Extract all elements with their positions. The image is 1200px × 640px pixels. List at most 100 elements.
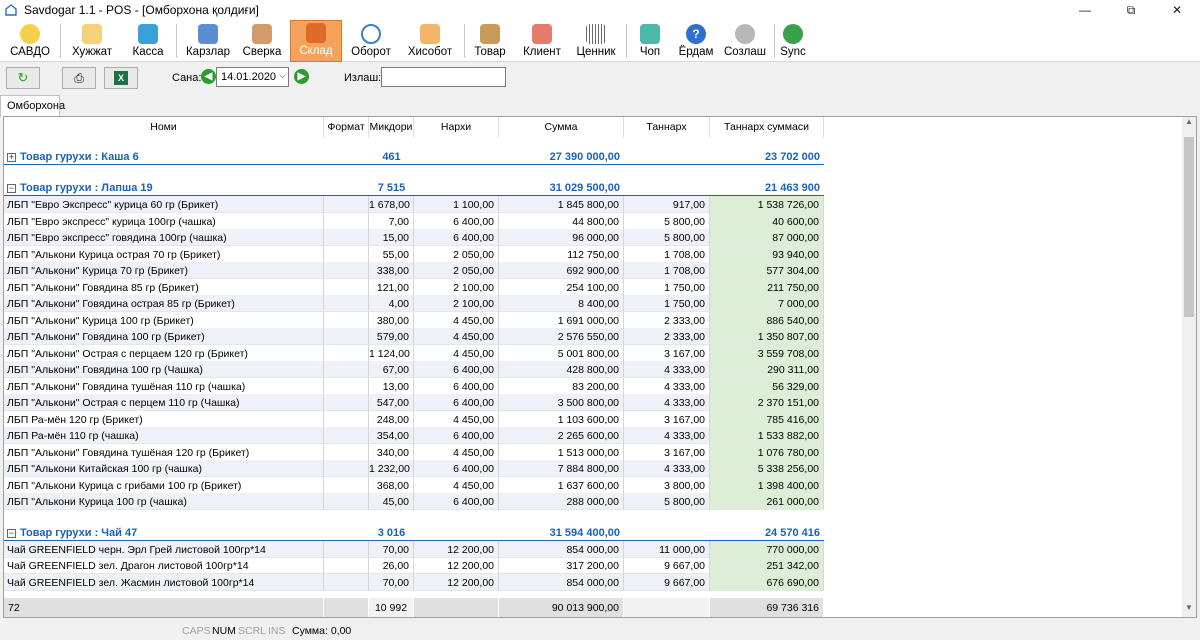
table-row[interactable]: Чай GREENFIELD зел. Жасмин листовой 100г… (4, 573, 824, 591)
restore-button[interactable]: ⧉ (1108, 0, 1154, 20)
table-row[interactable]: ЛБП "Алькони Курица 100 гр (чашка) 45,00 6… (4, 493, 824, 510)
tab-omborhona[interactable]: Омборхона (0, 95, 65, 117)
minimize-button[interactable]: — (1062, 0, 1108, 20)
cell-format (324, 278, 369, 296)
export-excel-button[interactable]: X (104, 67, 138, 89)
table-row[interactable]: ЛБП "Алькони" Говядина 100 гр (Чашка) 67,… (4, 361, 824, 378)
cell-cost-sum: 577 304,00 (710, 262, 824, 279)
cell-qty: 70,00 (369, 573, 414, 591)
scroll-down-icon[interactable]: ▼ (1182, 603, 1196, 617)
prev-date-button[interactable]: ◀ (201, 69, 216, 84)
cell-qty: 340,00 (369, 443, 414, 461)
cell-sum: 254 100,00 (499, 278, 624, 296)
table-row[interactable]: Чай GREENFIELD зел. Драгон листовой 100г… (4, 557, 824, 574)
cell-cost: 4 333,00 (624, 377, 710, 395)
chevron-down-icon[interactable]: ⌵ (279, 70, 286, 81)
close-button[interactable]: ✕ (1154, 0, 1200, 20)
table-row[interactable]: ЛБП Ра-мён 120 гр (Брикет) 248,00 4 450,00… (4, 410, 824, 428)
group-row[interactable]: + Товар гурухи : Каша 6 461 27 390 000,00 23… (4, 148, 824, 165)
toolbar-tovar-button[interactable]: Товар (468, 20, 512, 62)
table-row[interactable]: ЛБП "Алькони" Курица 70 гр (Брикет) 338,0… (4, 262, 824, 279)
table-row[interactable]: ЛБП "Евро экспресс" курица 100гр (чашка)… (4, 212, 824, 230)
table-row[interactable]: ЛБП "Алькони Курица острая 70 гр (Брикет… (4, 245, 824, 263)
cell-cost-sum: 785 416,00 (710, 410, 824, 428)
group-sum: 31 594 400,00 (549, 526, 620, 539)
cell-sum: 288 000,00 (499, 493, 624, 510)
cell-name: ЛБП "Евро Экспресс" курица 60 гр (Брикет… (4, 196, 324, 213)
status-sum: Сумма: 0,00 (292, 625, 352, 637)
cell-cost-sum: 770 000,00 (710, 540, 824, 558)
col-header-price[interactable]: Нархи (414, 117, 499, 138)
table-row[interactable]: ЛБП "Евро экспресс" говядина 100гр (чашк… (4, 229, 824, 246)
cell-cost: 11 000,00 (624, 540, 710, 558)
toolbar-karzlar-button[interactable]: Карзлар (180, 20, 236, 62)
table-row[interactable]: ЛБП "Алькони Курица с грибами 100 гр (Бр… (4, 476, 824, 494)
cell-sum: 1 845 800,00 (499, 196, 624, 213)
table-row[interactable]: Чай GREENFIELD черн. Эрл Грей листовой 1… (4, 540, 824, 558)
cell-format (324, 328, 369, 345)
cash-icon (138, 24, 158, 44)
print-button[interactable]: ⎙ (62, 67, 96, 89)
next-date-button[interactable]: ▶ (294, 69, 309, 84)
toolbar-tsennik-button[interactable]: Ценник (572, 20, 620, 62)
footer-count: 72 (4, 598, 324, 617)
cell-name: ЛБП "Алькони" Курица 100 гр (Брикет) (4, 311, 324, 329)
cell-price: 12 200,00 (414, 573, 499, 591)
cell-cost-sum: 251 342,00 (710, 557, 824, 574)
table-row[interactable]: ЛБП "Алькони" Говядина 85 гр (Брикет) 121… (4, 278, 824, 296)
search-input[interactable] (381, 67, 506, 87)
table-row[interactable]: ЛБП "Алькони" Острая с перцем 110 гр (Ча… (4, 394, 824, 411)
toolbar-kassa-button[interactable]: Касса (124, 20, 172, 62)
cell-name: Чай GREENFIELD зел. Жасмин листовой 100г… (4, 573, 324, 591)
table-row[interactable]: ЛБП "Алькони" Курица 100 гр (Брикет) 380,… (4, 311, 824, 329)
date-picker[interactable]: 14.01.2020 ⌵ (216, 67, 289, 87)
col-header-cost[interactable]: Таннарх (624, 117, 710, 138)
toolbar-hujjat-button[interactable]: Хужжат (64, 20, 120, 62)
cell-format (324, 493, 369, 510)
table-row[interactable]: ЛБП "Алькони" Говядина 100 гр (Брикет) 57… (4, 328, 824, 345)
table-row[interactable]: ЛБП "Алькони" Говядина тушёная 120 гр (Б… (4, 443, 824, 461)
toolbar-sklad-button[interactable]: Склад (290, 20, 342, 62)
col-header-sum[interactable]: Сумма (499, 117, 624, 138)
cell-sum: 854 000,00 (499, 540, 624, 558)
toolbar-oborot-button[interactable]: Оборот (346, 20, 396, 62)
toolbar-sync-button[interactable]: Sync (778, 20, 808, 62)
cell-cost: 9 667,00 (624, 557, 710, 574)
cell-qty: 121,00 (369, 278, 414, 296)
table-row[interactable]: ЛБП "Алькони" Говядина тушёная 110 гр (ч… (4, 377, 824, 395)
col-header-cost-sum[interactable]: Таннарх суммаси (710, 117, 824, 138)
group-row[interactable]: − Товар гурухи : Лапша 19 7 515 31 029 500,… (4, 179, 824, 196)
refresh-button[interactable]: ↻ (6, 67, 40, 89)
cell-name: ЛБП "Алькони Курица 100 гр (чашка) (4, 493, 324, 510)
vertical-scrollbar[interactable]: ▲ ▼ (1182, 117, 1196, 617)
table-row[interactable]: ЛБП "Алькони" Острая с перцаем 120 гр (Б… (4, 344, 824, 362)
cell-format (324, 212, 369, 230)
cell-name: ЛБП "Алькони Курица с грибами 100 гр (Бр… (4, 476, 324, 494)
group-row[interactable]: − Товар гурухи : Чай 47 3 016 31 594 400,00… (4, 524, 824, 541)
main-toolbar: САВДО Хужжат Касса Карзлар Сверка Склад … (0, 20, 1200, 62)
footer-sum: 90 013 900,00 (499, 598, 624, 617)
col-header-qty[interactable]: Микдори (369, 117, 414, 138)
table-row[interactable]: ЛБП "Евро Экспресс" курица 60 гр (Брикет… (4, 196, 824, 213)
toolbar-savdo-button[interactable]: САВДО (6, 20, 54, 62)
collapse-icon[interactable]: − (7, 528, 16, 538)
scroll-up-icon[interactable]: ▲ (1182, 117, 1196, 131)
toolbar-chop-button[interactable]: Чоп (630, 20, 670, 62)
col-header-name[interactable]: Номи (4, 117, 324, 138)
cell-format (324, 460, 369, 477)
collapse-icon[interactable]: − (7, 184, 16, 193)
table-row[interactable]: ЛБП "Алькони Китайская 100 гр (чашка) 1 2… (4, 460, 824, 477)
toolbar-hisobot-button[interactable]: Хисобот (404, 20, 456, 62)
table-row[interactable]: ЛБП Ра-мён 110 гр (чашка) 354,00 6 400,00 2… (4, 427, 824, 444)
toolbar-sverka-button[interactable]: Сверка (238, 20, 286, 62)
toolbar-klient-button[interactable]: Клиент (518, 20, 566, 62)
refresh-icon: ↻ (17, 70, 29, 85)
table-row[interactable]: ЛБП "Алькони" Говядина острая 85 гр (Бри… (4, 295, 824, 312)
toolbar-yordam-button[interactable]: ? Ёрдам (674, 20, 718, 62)
toolbar-sozlash-button[interactable]: Созлаш (722, 20, 768, 62)
cell-price: 6 400,00 (414, 229, 499, 246)
cell-name: ЛБП "Алькони" Говядина тушёная 110 гр (ч… (4, 377, 324, 395)
scroll-thumb[interactable] (1184, 137, 1194, 317)
expand-icon[interactable]: + (7, 153, 16, 162)
col-header-format[interactable]: Формат (324, 117, 369, 138)
